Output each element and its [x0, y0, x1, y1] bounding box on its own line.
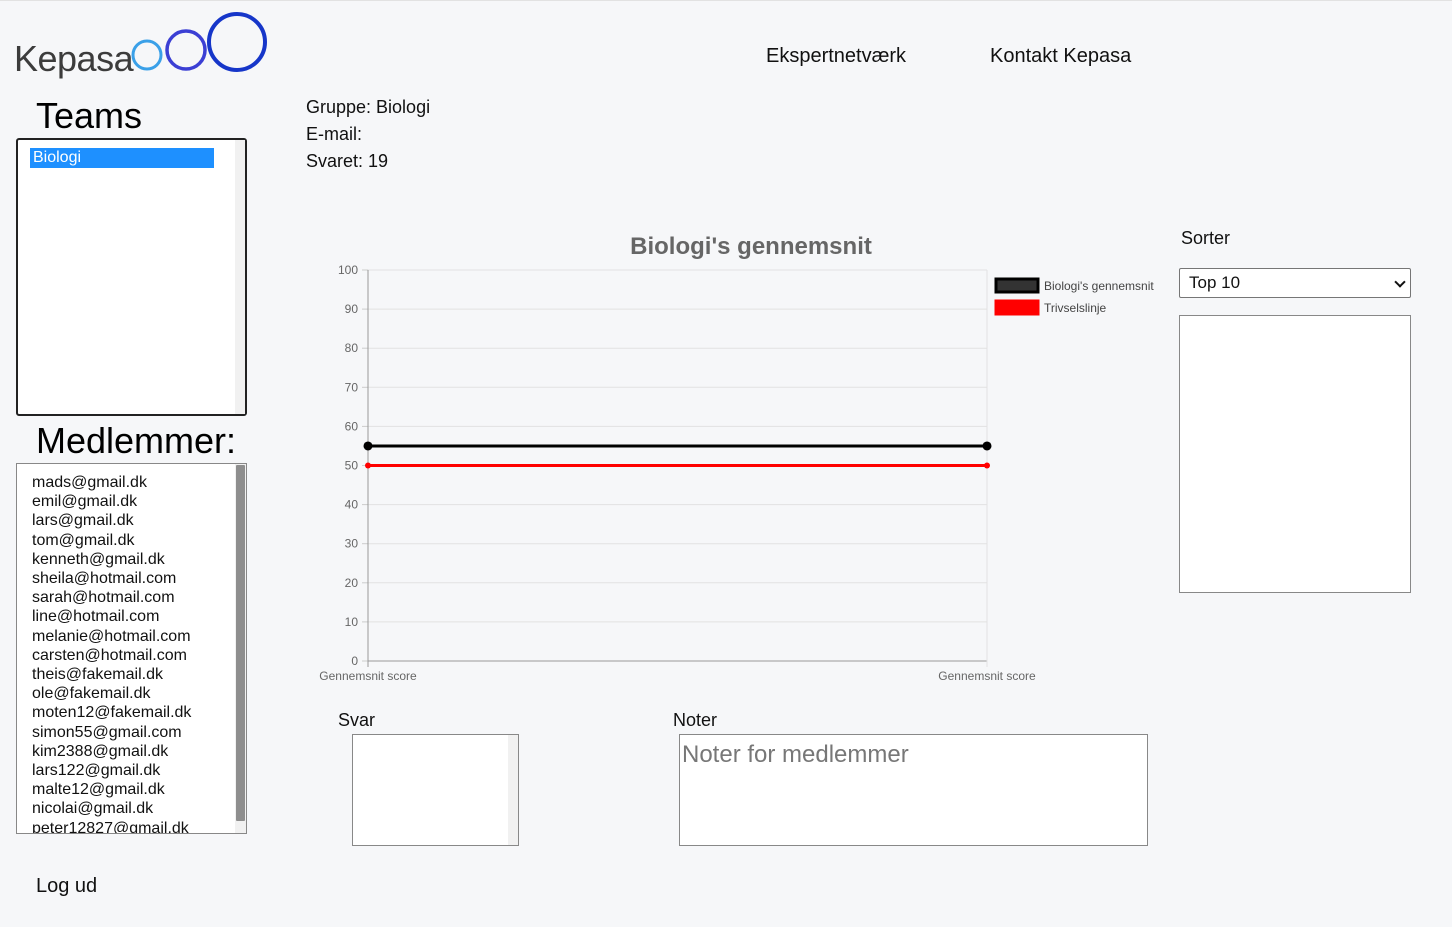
- legend-label-1: Biologi's gennemsnit: [1044, 279, 1154, 293]
- members-scrollbar[interactable]: [235, 464, 246, 833]
- svar-scrollbar[interactable]: [508, 735, 518, 845]
- member-item[interactable]: sarah@hotmail.com: [32, 588, 191, 607]
- group-name: Gruppe: Biologi: [306, 97, 431, 117]
- nav-kontakt-kepasa[interactable]: Kontakt Kepasa: [990, 45, 1131, 68]
- series-point-2: [984, 462, 990, 469]
- member-item[interactable]: peter12827@gmail.dk: [32, 819, 191, 833]
- member-item[interactable]: melanie@hotmail.com: [32, 627, 191, 646]
- legend-swatch-2: [994, 299, 1040, 316]
- y-tick-label: 0: [351, 654, 358, 668]
- sort-results-box[interactable]: [1179, 315, 1411, 593]
- member-item[interactable]: carsten@hotmail.com: [32, 646, 191, 665]
- series-point-1: [982, 441, 992, 451]
- series-point-1: [363, 441, 373, 451]
- member-item[interactable]: malte12@gmail.dk: [32, 780, 191, 799]
- teams-listbox[interactable]: Biologi: [16, 138, 247, 416]
- member-item[interactable]: kim2388@gmail.dk: [32, 742, 191, 761]
- member-item[interactable]: moten12@fakemail.dk: [32, 703, 191, 722]
- member-item[interactable]: ole@fakemail.dk: [32, 684, 191, 703]
- sort-selected-value: Top 10: [1189, 273, 1241, 292]
- y-tick-label: 100: [338, 263, 358, 277]
- group-info: Gruppe: Biologi E-mail: Svaret: 19: [306, 94, 430, 175]
- chevron-down-icon: [1394, 276, 1406, 288]
- teams-heading: Teams: [36, 95, 143, 136]
- member-item[interactable]: sheila@hotmail.com: [32, 569, 191, 588]
- svar-label: Svar: [338, 710, 376, 730]
- logout-link[interactable]: Log ud: [36, 875, 97, 898]
- noter-label: Noter: [673, 710, 718, 730]
- kepasa-logo: Kepasa: [12, 11, 272, 81]
- members-list: mads@gmail.dk emil@gmail.dk lars@gmail.dk t…: [32, 473, 191, 833]
- sort-label: Sorter: [1181, 228, 1231, 248]
- sort-select[interactable]: Top 10: [1179, 268, 1411, 298]
- y-tick-label: 80: [345, 341, 359, 355]
- series-point-2: [365, 462, 371, 469]
- y-tick-label: 40: [345, 498, 359, 512]
- members-scrollbar-thumb[interactable]: [236, 465, 245, 821]
- x-tick-label: Gennemsnit score: [319, 669, 417, 683]
- members-listbox[interactable]: mads@gmail.dk emil@gmail.dk lars@gmail.dk t…: [16, 463, 247, 834]
- y-tick-label: 50: [345, 459, 359, 473]
- y-tick-label: 90: [345, 302, 359, 316]
- member-item[interactable]: tom@gmail.dk: [32, 531, 191, 550]
- y-tick-label: 60: [345, 419, 359, 433]
- chart-title: Biologi's gennemsnit: [630, 233, 872, 260]
- logo-circles-icon: [131, 12, 267, 72]
- member-item[interactable]: lars@gmail.dk: [32, 511, 191, 530]
- member-item[interactable]: line@hotmail.com: [32, 607, 191, 626]
- noter-textarea[interactable]: [679, 734, 1148, 846]
- svar-listbox[interactable]: [352, 734, 519, 846]
- member-item[interactable]: lars122@gmail.dk: [32, 761, 191, 780]
- y-tick-label: 10: [345, 615, 359, 629]
- y-tick-label: 20: [345, 576, 359, 590]
- group-email: E-mail:: [306, 124, 363, 144]
- group-answered: Svaret: 19: [306, 151, 389, 171]
- member-item[interactable]: emil@gmail.dk: [32, 492, 191, 511]
- member-item[interactable]: nicolai@gmail.dk: [32, 799, 191, 818]
- member-item[interactable]: mads@gmail.dk: [32, 473, 191, 492]
- member-item[interactable]: kenneth@gmail.dk: [32, 550, 191, 569]
- y-tick-label: 70: [345, 380, 359, 394]
- average-line-chart: Biologi's gennemsnit 0 10 20 30 40 50 60 70 80 90 1…: [319, 233, 1154, 683]
- team-item-biologi[interactable]: Biologi: [30, 148, 214, 168]
- nav-ekspertnetvaerk[interactable]: Ekspertnetværk: [766, 45, 906, 68]
- legend-label-2: Trivselslinje: [1044, 301, 1107, 315]
- legend-swatch-1: [994, 277, 1040, 294]
- teams-scrollbar[interactable]: [235, 140, 245, 414]
- member-item[interactable]: theis@fakemail.dk: [32, 665, 191, 684]
- member-item[interactable]: simon55@gmail.com: [32, 723, 191, 742]
- members-heading: Medlemmer:: [36, 420, 237, 461]
- y-tick-label: 30: [345, 537, 359, 551]
- x-tick-label: Gennemsnit score: [938, 669, 1036, 683]
